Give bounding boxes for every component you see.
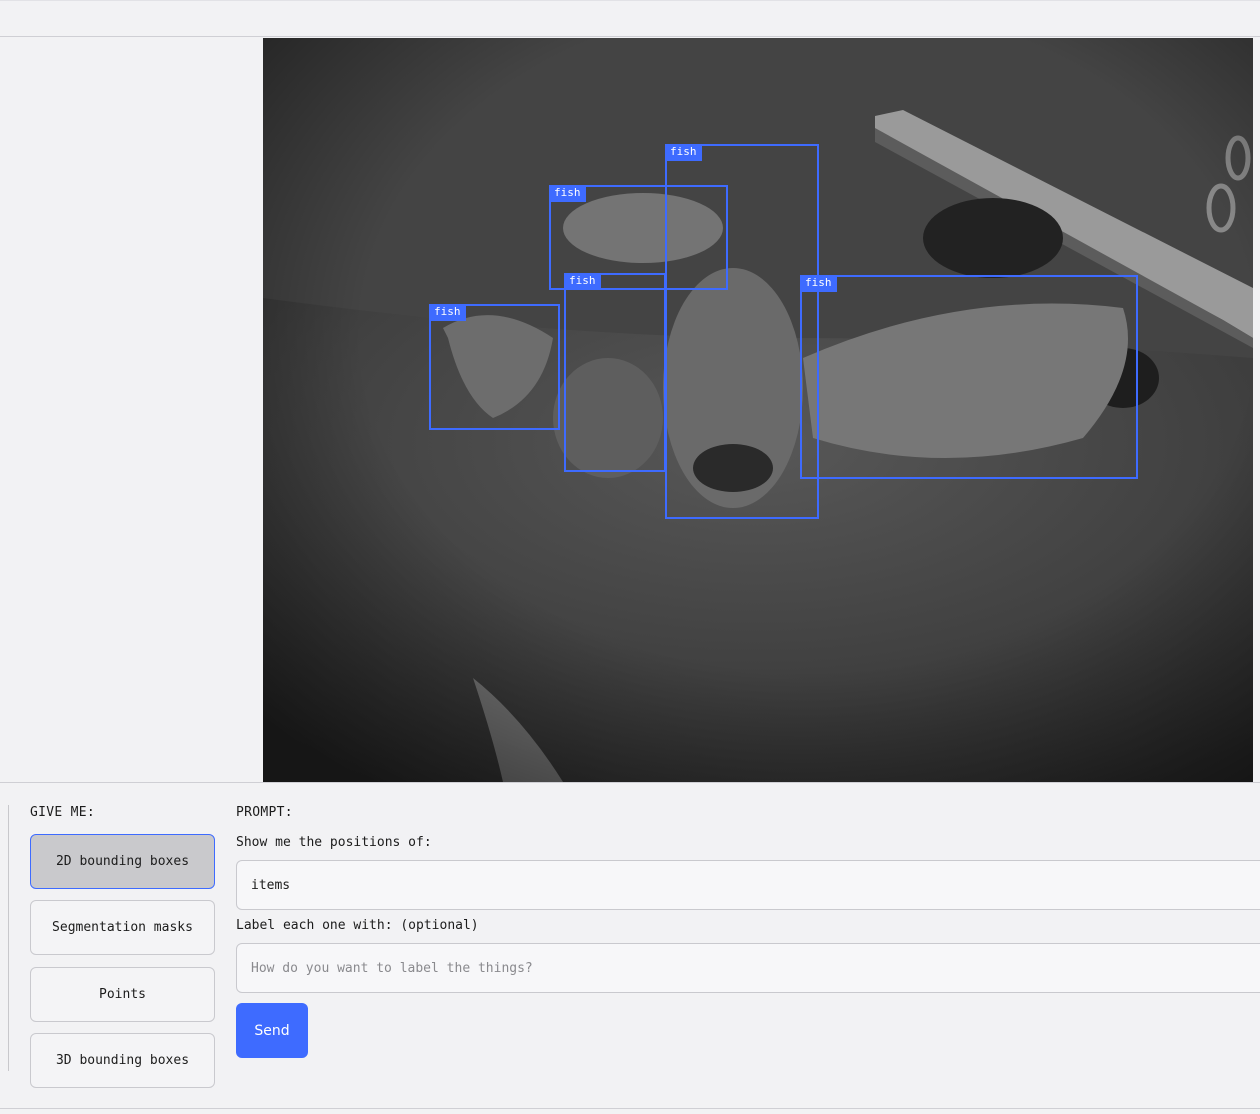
left-divider (8, 805, 9, 1071)
mode-2d-bounding-boxes-button[interactable]: 2D bounding boxes (30, 834, 215, 889)
label-field-label: Label each one with: (optional) (236, 918, 479, 933)
bounding-box-label: fish (564, 273, 601, 290)
controls-panel: GIVE ME: 2D bounding boxes Segmentation … (0, 783, 1260, 1114)
image-viewer: fish fish fish fish fish (263, 38, 1253, 782)
bounding-box-label: fish (429, 304, 466, 321)
bounding-box[interactable]: fish (429, 304, 560, 430)
prompt-title: PROMPT: (236, 805, 293, 820)
label-input[interactable] (236, 943, 1260, 993)
viewer-scrollbar[interactable] (1253, 38, 1260, 782)
bounding-box[interactable]: fish (564, 273, 666, 472)
send-button[interactable]: Send (236, 1003, 308, 1058)
bounding-box[interactable]: fish (665, 144, 819, 519)
bottom-divider (0, 1108, 1260, 1109)
bounding-box-label: fish (549, 185, 586, 202)
mode-points-button[interactable]: Points (30, 967, 215, 1022)
bounding-box-label: fish (800, 275, 837, 292)
mode-segmentation-masks-button[interactable]: Segmentation masks (30, 900, 215, 955)
mode-3d-bounding-boxes-button[interactable]: 3D bounding boxes (30, 1033, 215, 1088)
bounding-box-label: fish (665, 144, 702, 161)
give-me-title: GIVE ME: (30, 805, 96, 820)
positions-label: Show me the positions of: (236, 835, 432, 850)
bounding-box[interactable]: fish (800, 275, 1138, 479)
top-bar (0, 0, 1260, 37)
positions-input[interactable] (236, 860, 1260, 910)
side-panel (0, 38, 263, 782)
